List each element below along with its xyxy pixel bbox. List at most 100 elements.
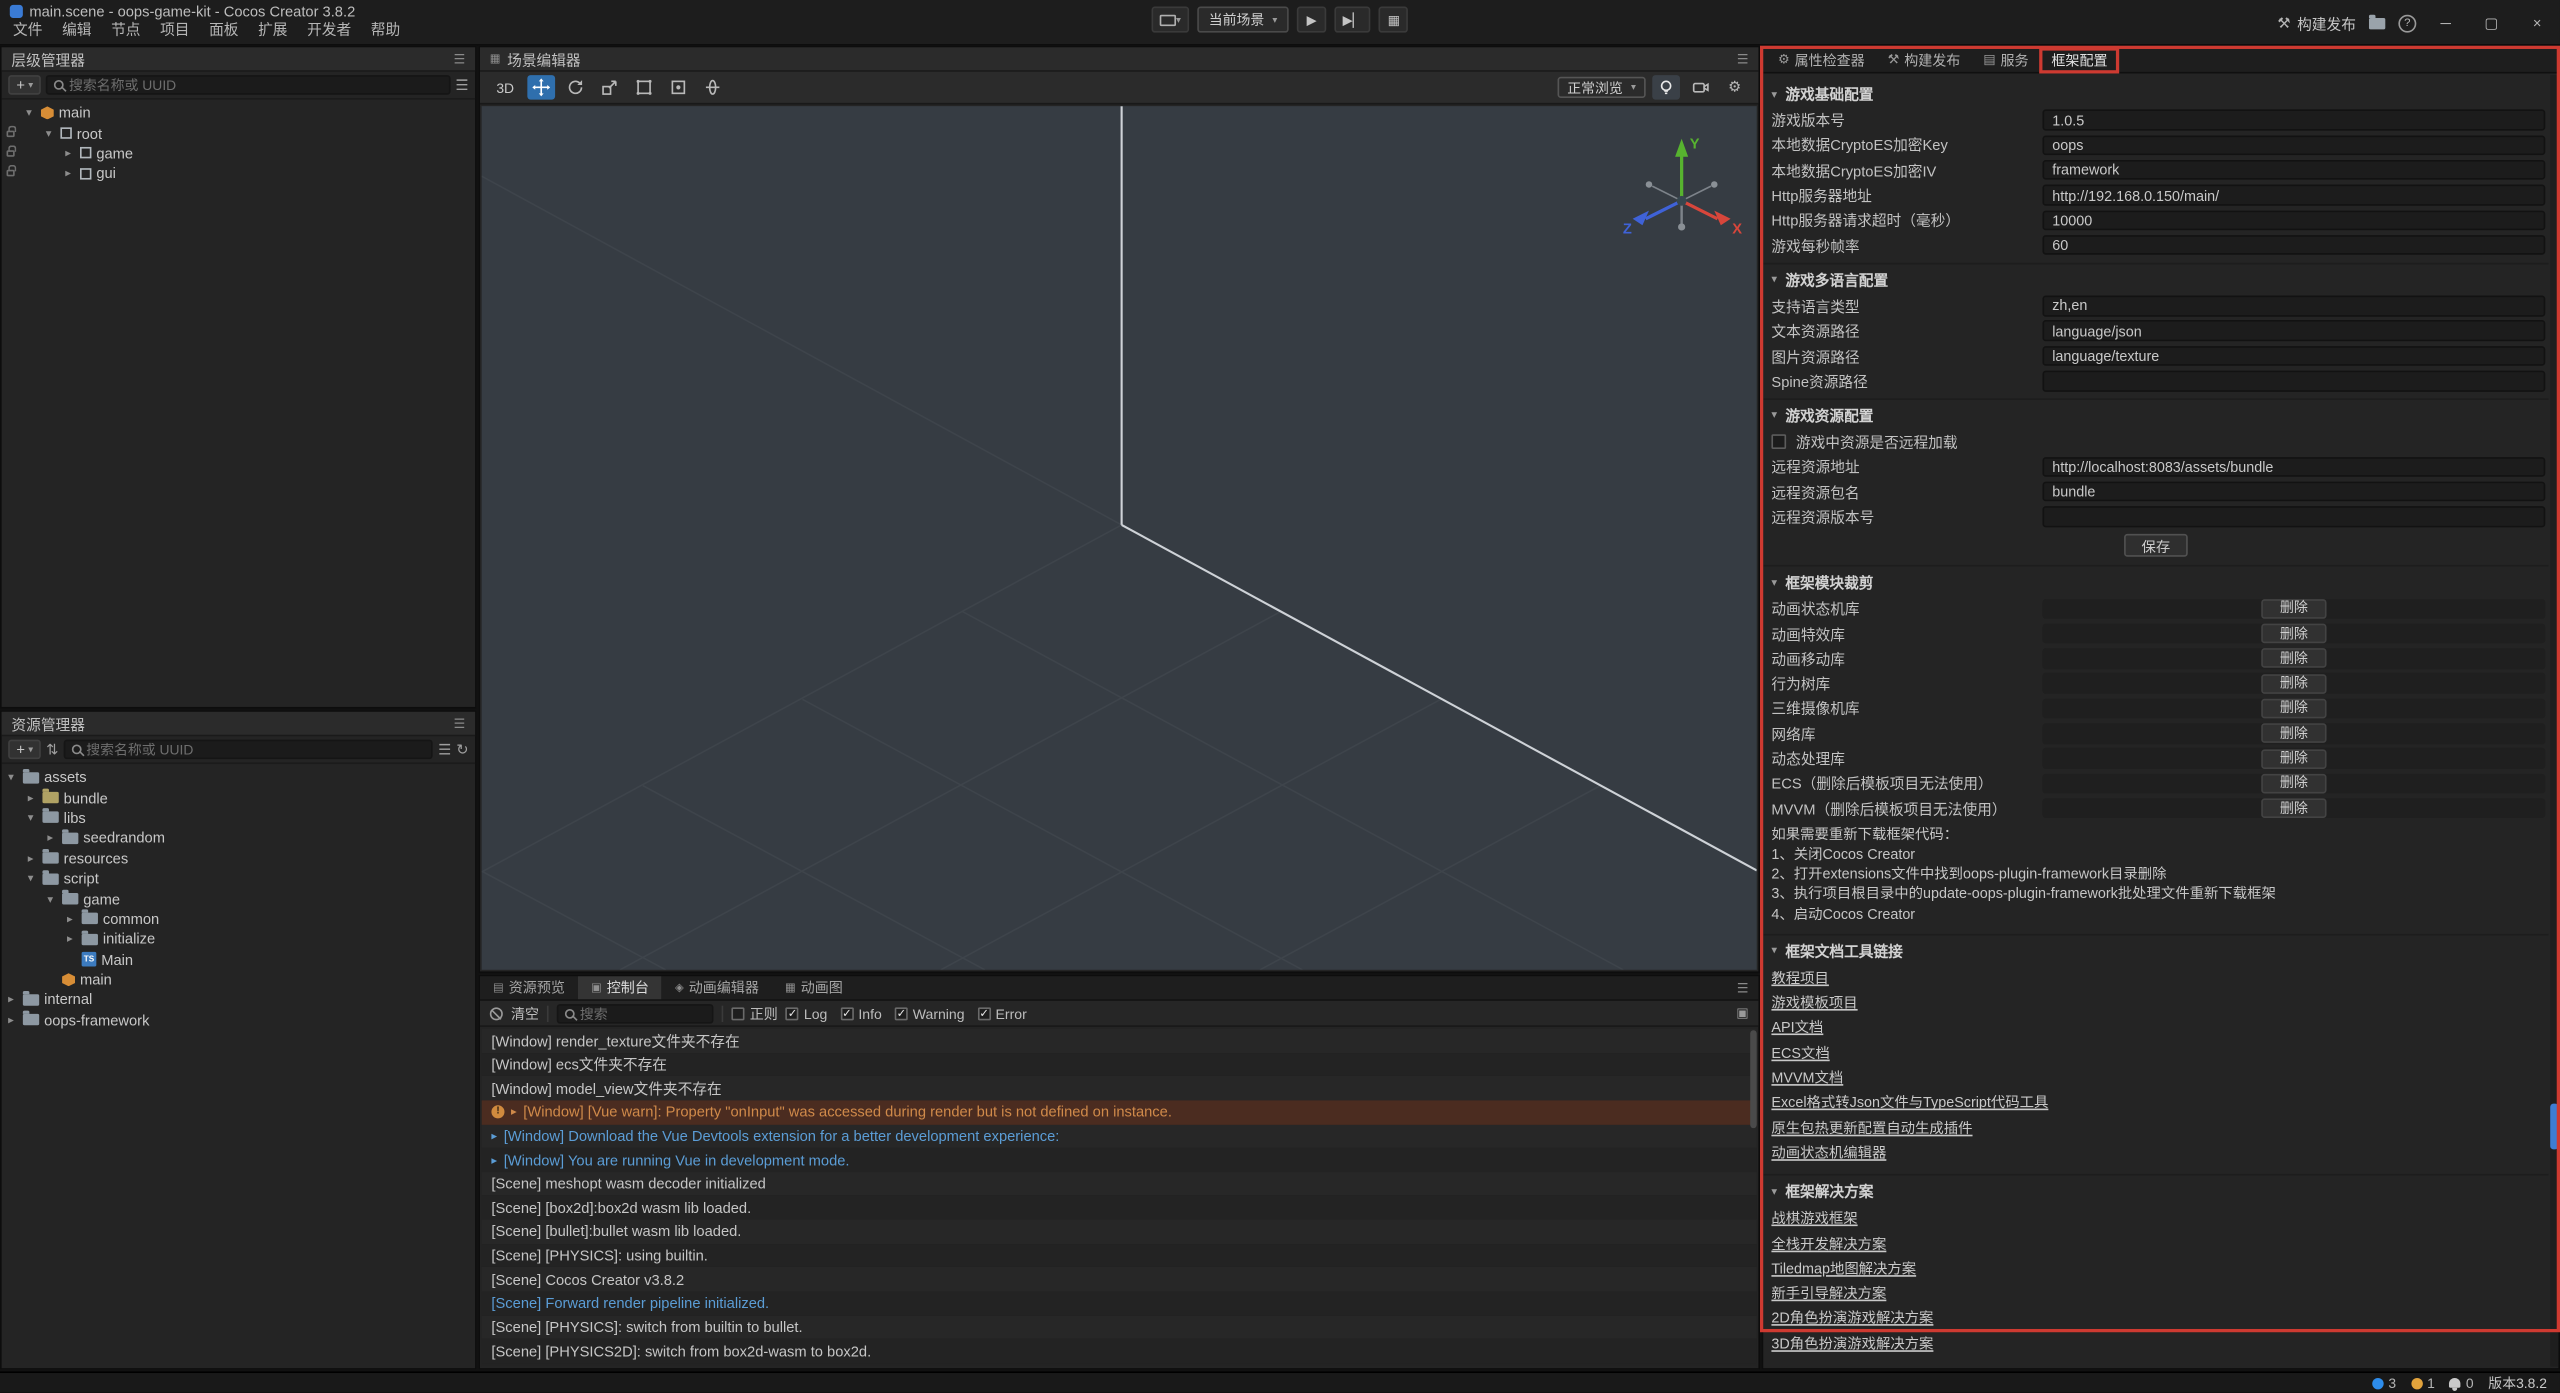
solution-link[interactable]: 战棋游戏框架 — [1771, 1207, 1857, 1232]
log-row[interactable]: ▸ [Window] ecs文件夹不存在 — [482, 1052, 1757, 1076]
section-header[interactable]: 游戏多语言配置 — [1763, 266, 2548, 294]
solution-link[interactable]: 2D角色扮演游戏解决方案 — [1771, 1307, 1933, 1332]
scale-tool[interactable] — [596, 75, 624, 99]
add-node-button[interactable]: +▾ — [8, 75, 41, 95]
rotate-tool[interactable] — [561, 75, 589, 99]
rect-tool[interactable] — [630, 75, 658, 99]
filter-checkbox[interactable] — [786, 1007, 799, 1020]
delete-module-button[interactable]: 删除 — [2262, 799, 2326, 819]
help-icon[interactable]: ? — [2398, 14, 2416, 32]
panel-menu-icon[interactable]: ☰ — [454, 51, 466, 66]
scene-viewport[interactable]: Y X Z — [482, 106, 1757, 970]
doc-link[interactable]: 游戏模板项目 — [1771, 991, 1857, 1016]
asset-node-row[interactable]: common — [2, 909, 475, 929]
log-row[interactable]: ▸ [Window] You are running Vue in develo… — [482, 1148, 1757, 1172]
sort-icon[interactable]: ⇅ — [46, 740, 58, 758]
export-log-icon[interactable]: ▣ — [1736, 1006, 1748, 1021]
inspector-scrollbar[interactable] — [2550, 75, 2558, 1366]
log-row[interactable]: ▸ [Scene] meshopt wasm decoder initializ… — [482, 1172, 1757, 1196]
console-search-input[interactable] — [580, 1005, 706, 1021]
console-tab[interactable]: 动画编辑器 — [662, 976, 772, 999]
caret-icon[interactable] — [65, 147, 80, 160]
field-input[interactable] — [2042, 235, 2545, 255]
console-tab[interactable]: 动画图 — [772, 976, 856, 999]
delete-module-button[interactable]: 删除 — [2262, 599, 2326, 619]
doc-link[interactable]: API文档 — [1771, 1016, 1823, 1041]
caret-icon[interactable] — [8, 993, 23, 1006]
doc-link[interactable]: MVVM文档 — [1771, 1066, 1843, 1091]
delete-module-button[interactable]: 删除 — [2262, 724, 2326, 744]
hierarchy-node-row[interactable]: root — [2, 123, 475, 143]
notification-badge[interactable]: 0 — [2450, 1375, 2474, 1391]
caret-icon[interactable] — [67, 913, 82, 926]
log-row[interactable]: ▸ [Window] render_texture文件夹不存在 — [482, 1029, 1757, 1053]
hierarchy-node-row[interactable]: gui — [2, 164, 475, 184]
field-input[interactable] — [2042, 507, 2545, 527]
preview-layout-button[interactable]: ▦ — [1379, 7, 1408, 33]
expand-caret-icon[interactable]: ▸ — [511, 1106, 517, 1119]
menu-item[interactable]: 编辑 — [52, 15, 101, 43]
asset-node-row[interactable]: initialize — [2, 929, 475, 949]
field-input[interactable] — [2042, 160, 2545, 180]
console-tab[interactable]: 资源预览 — [480, 976, 578, 999]
assets-searchbox[interactable] — [63, 740, 433, 760]
lock-icon[interactable] — [7, 130, 15, 137]
axis-gizmo[interactable]: Y X Z — [1620, 129, 1744, 253]
log-row[interactable]: ▸ [Scene] [box2d]:box2d wasm lib loaded. — [482, 1196, 1757, 1220]
asset-node-row[interactable]: seedrandom — [2, 828, 475, 848]
asset-node-row[interactable]: bundle — [2, 788, 475, 808]
menu-item[interactable]: 节点 — [101, 15, 150, 43]
pivot-tool[interactable] — [664, 75, 692, 99]
log-filter[interactable]: Warning — [895, 1005, 965, 1021]
lock-icon[interactable] — [7, 170, 15, 177]
field-input[interactable] — [2042, 482, 2545, 502]
doc-link[interactable]: 动画状态机编辑器 — [1771, 1141, 1886, 1166]
console-scrollbar[interactable] — [1750, 1030, 1757, 1128]
menu-item[interactable]: 开发者 — [297, 15, 361, 43]
menu-item[interactable]: 扩展 — [248, 15, 297, 43]
caret-icon[interactable] — [47, 832, 62, 845]
caret-icon[interactable] — [28, 791, 43, 804]
asset-node-row[interactable]: Main — [2, 949, 475, 969]
field-input[interactable] — [2042, 296, 2545, 316]
log-row[interactable]: ▸ [Window] Download the Vue Devtools ext… — [482, 1124, 1757, 1148]
inspector-tab[interactable]: 服务 — [1972, 47, 2040, 73]
remote-load-checkbox[interactable] — [1771, 434, 1786, 449]
delete-module-button[interactable]: 删除 — [2262, 649, 2326, 669]
caret-icon[interactable] — [28, 872, 43, 885]
caret-icon[interactable] — [46, 127, 61, 140]
console-tab[interactable]: 控制台 — [578, 976, 662, 999]
delete-module-button[interactable]: 删除 — [2262, 699, 2326, 719]
caret-icon[interactable] — [67, 933, 82, 946]
step-button[interactable]: ▶▏ — [1334, 7, 1370, 33]
log-row[interactable]: ▸ [Scene] [PHYSICS2D]: switch from box2d… — [482, 1339, 1757, 1363]
build-publish-button[interactable]: ⚒构建发布 — [2277, 12, 2356, 33]
caret-icon[interactable] — [26, 106, 41, 119]
filter-checkbox[interactable] — [895, 1007, 908, 1020]
scene-settings-gear-icon[interactable]: ⚙ — [1721, 75, 1749, 99]
filter-icon[interactable]: ☰ — [455, 76, 468, 94]
refresh-icon[interactable]: ↻ — [456, 740, 468, 758]
delete-module-button[interactable]: 删除 — [2262, 674, 2326, 694]
hierarchy-node-row[interactable]: main — [2, 103, 475, 123]
doc-link[interactable]: 原生包热更新配置自动生成插件 — [1771, 1116, 1972, 1141]
filter-icon[interactable]: ☰ — [438, 740, 451, 758]
field-input[interactable] — [2042, 371, 2545, 391]
doc-link[interactable]: Excel格式转Json文件与TypeScript代码工具 — [1771, 1091, 2048, 1116]
doc-link[interactable]: ECS文档 — [1771, 1041, 1829, 1066]
caret-icon[interactable] — [28, 811, 43, 824]
log-row[interactable]: ▸ [Scene] [bullet]:bullet wasm lib loade… — [482, 1220, 1757, 1244]
asset-node-row[interactable]: script — [2, 868, 475, 888]
field-input[interactable] — [2042, 321, 2545, 341]
section-header[interactable]: 框架文档工具链接 — [1763, 937, 2548, 965]
clear-button[interactable]: 清空 — [511, 1003, 539, 1023]
filter-checkbox[interactable] — [840, 1007, 853, 1020]
log-filter[interactable]: Error — [978, 1005, 1027, 1021]
field-input[interactable] — [2042, 135, 2545, 155]
inspector-tab[interactable]: 属性检查器 — [1767, 47, 1877, 73]
assets-search-input[interactable] — [86, 741, 425, 757]
save-button[interactable]: 保存 — [2124, 533, 2189, 556]
play-button[interactable]: ▶ — [1297, 7, 1326, 33]
caret-icon[interactable] — [47, 892, 62, 905]
hierarchy-node-row[interactable]: game — [2, 143, 475, 163]
